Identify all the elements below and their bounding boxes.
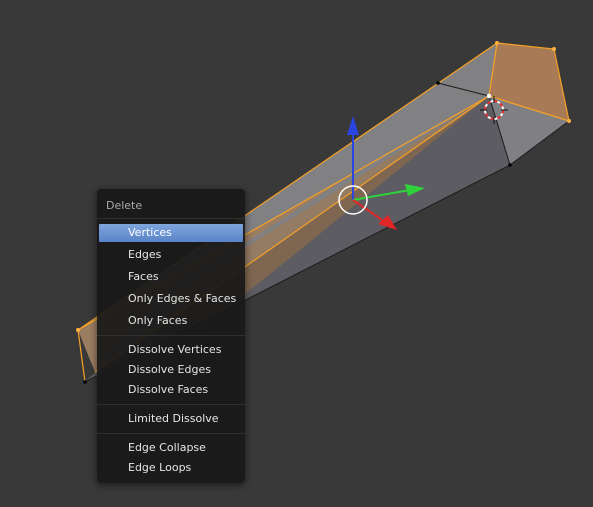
menu-item-only-faces[interactable]: Only Faces — [99, 312, 243, 330]
menu-item-dissolve-faces[interactable]: Dissolve Faces — [99, 381, 243, 399]
menu-separator — [97, 218, 245, 219]
z-axis-arrowhead-icon[interactable] — [347, 116, 359, 135]
menu-separator — [97, 335, 245, 336]
menu-item-faces[interactable]: Faces — [99, 268, 243, 286]
menu-title: Delete — [106, 199, 143, 212]
menu-item-vertices[interactable]: Vertices — [99, 224, 243, 242]
menu-separator — [97, 404, 245, 405]
mesh-canvas — [76, 41, 571, 384]
menu-item-edges[interactable]: Edges — [99, 246, 243, 264]
menu-item-limited-dissolve[interactable]: Limited Dissolve — [99, 410, 243, 428]
menu-item-dissolve-vertices[interactable]: Dissolve Vertices — [99, 341, 243, 359]
menu-separator — [97, 433, 245, 434]
delete-menu: Delete Vertices Edges Faces Only Edges &… — [97, 189, 245, 483]
menu-item-edge-collapse[interactable]: Edge Collapse — [99, 439, 243, 457]
menu-item-only-edges-faces[interactable]: Only Edges & Faces — [99, 290, 243, 308]
3d-viewport[interactable] — [0, 0, 593, 507]
menu-item-edge-loops[interactable]: Edge Loops — [99, 459, 243, 477]
menu-item-dissolve-edges[interactable]: Dissolve Edges — [99, 361, 243, 379]
